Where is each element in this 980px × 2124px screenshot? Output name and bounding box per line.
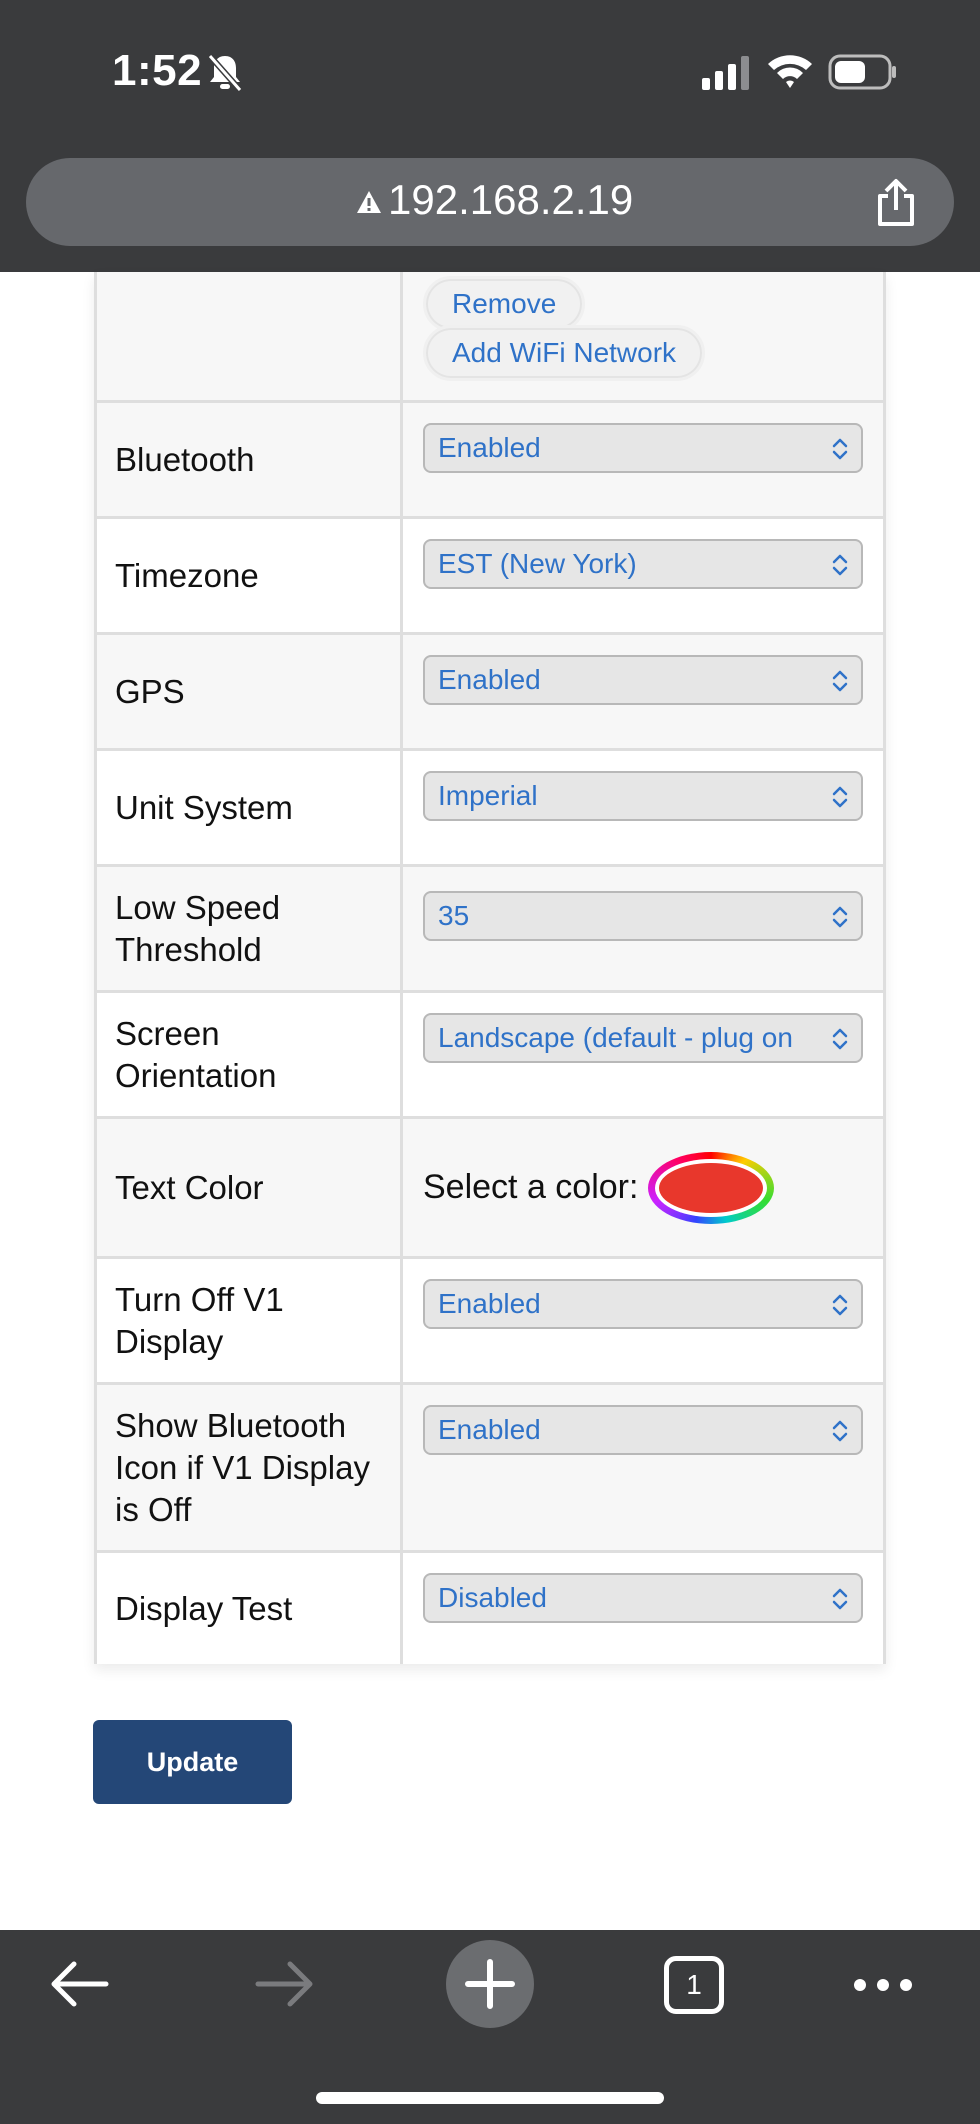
show-bluetooth-icon-cell: Enabled [403, 1385, 886, 1550]
cellular-signal-icon [702, 56, 749, 90]
text-color-cell: Select a color: [403, 1119, 886, 1256]
bluetooth-select[interactable]: Enabled [423, 423, 863, 473]
chevron-up-down-icon [832, 906, 848, 928]
chevron-up-down-icon [832, 438, 848, 460]
select-value: Enabled [438, 1288, 541, 1319]
unit-system-select[interactable]: Imperial [423, 771, 863, 821]
remove-wifi-button[interactable]: Remove [423, 276, 586, 332]
screen-orientation-select[interactable]: Landscape (default - plug on [423, 1013, 863, 1063]
table-row: Text Color Select a color: [94, 1116, 886, 1256]
table-row: Timezone EST (New York) [94, 516, 886, 632]
chevron-up-down-icon [832, 670, 848, 692]
warning-icon [357, 191, 381, 213]
color-picker-inner [655, 1158, 768, 1217]
show-bluetooth-icon-select[interactable]: Enabled [423, 1405, 863, 1455]
gps-select[interactable]: Enabled [423, 655, 863, 705]
turn-off-v1-display-cell: Enabled [403, 1259, 886, 1382]
setting-label: Screen Orientation [94, 993, 403, 1116]
timezone-select[interactable]: EST (New York) [423, 539, 863, 589]
screen-orientation-cell: Landscape (default - plug on [403, 993, 886, 1116]
table-row: Unit System Imperial [94, 748, 886, 864]
setting-label: Unit System [94, 751, 403, 864]
display-test-cell: Disabled [403, 1553, 886, 1664]
select-value: Enabled [438, 432, 541, 463]
select-value: Landscape (default - plug on [438, 1022, 793, 1053]
table-row: Low Speed Threshold 35 [94, 864, 886, 990]
setting-label: Low Speed Threshold [94, 867, 403, 990]
back-arrow-icon[interactable] [48, 1958, 110, 2010]
select-value: 35 [438, 900, 470, 931]
turn-off-v1-display-select[interactable]: Enabled [423, 1279, 863, 1329]
gps-cell: Enabled [403, 635, 886, 748]
share-icon[interactable] [872, 178, 920, 228]
bell-muted-icon [207, 54, 243, 92]
setting-label: Show Bluetooth Icon if V1 Display is Off [94, 1385, 403, 1550]
update-button[interactable]: Update [93, 1720, 292, 1804]
chevron-up-down-icon [832, 1028, 848, 1050]
timezone-cell: EST (New York) [403, 519, 886, 632]
table-row: Screen Orientation Landscape (default - … [94, 990, 886, 1116]
forward-arrow-icon[interactable] [254, 1958, 316, 2010]
setting-label: Bluetooth [94, 403, 403, 516]
home-indicator [316, 2092, 664, 2104]
setting-label: Text Color [94, 1119, 403, 1256]
select-value: EST (New York) [438, 548, 637, 579]
low-speed-threshold-select[interactable]: 35 [423, 891, 863, 941]
color-picker[interactable] [648, 1151, 775, 1224]
select-value: Enabled [438, 664, 541, 695]
wifi-icon [768, 55, 812, 88]
select-value: Disabled [438, 1582, 547, 1613]
low-speed-threshold-cell: 35 [403, 867, 886, 990]
select-value: Enabled [438, 1414, 541, 1445]
more-options-icon[interactable] [852, 1972, 914, 1998]
bluetooth-cell: Enabled [403, 403, 886, 516]
chevron-up-down-icon [832, 1588, 848, 1610]
select-value: Imperial [438, 780, 538, 811]
setting-label: Timezone [94, 519, 403, 632]
tab-count-button[interactable]: 1 [664, 1956, 724, 2014]
battery-icon [828, 54, 896, 90]
chevron-up-down-icon [832, 1420, 848, 1442]
setting-label: Turn Off V1 Display [94, 1259, 403, 1382]
chevron-up-down-icon [832, 554, 848, 576]
table-row: Turn Off V1 Display Enabled [94, 1256, 886, 1382]
settings-table: Remove Add WiFi Network Bluetooth Enable… [94, 272, 886, 1664]
plus-icon [465, 1959, 515, 2009]
setting-label: GPS [94, 635, 403, 748]
url-text[interactable]: 192.168.2.19 [388, 176, 633, 224]
status-time: 1:52 [112, 46, 203, 95]
wifi-actions-row: Remove Add WiFi Network [94, 272, 886, 400]
chevron-up-down-icon [832, 1294, 848, 1316]
wifi-actions-label-cell [94, 272, 403, 400]
chevron-up-down-icon [832, 786, 848, 808]
unit-system-cell: Imperial [403, 751, 886, 864]
table-row: Show Bluetooth Icon if V1 Display is Off… [94, 1382, 886, 1550]
add-wifi-network-button[interactable]: Add WiFi Network [423, 325, 706, 381]
color-prompt: Select a color: [423, 1168, 639, 1206]
wifi-actions-cell: Remove Add WiFi Network [403, 272, 886, 400]
table-row: Bluetooth Enabled [94, 400, 886, 516]
display-test-select[interactable]: Disabled [423, 1573, 863, 1623]
setting-label: Display Test [94, 1553, 403, 1664]
new-tab-button[interactable] [446, 1940, 534, 2028]
selected-color-swatch [659, 1162, 764, 1213]
table-row: GPS Enabled [94, 632, 886, 748]
table-row: Display Test Disabled [94, 1550, 886, 1664]
